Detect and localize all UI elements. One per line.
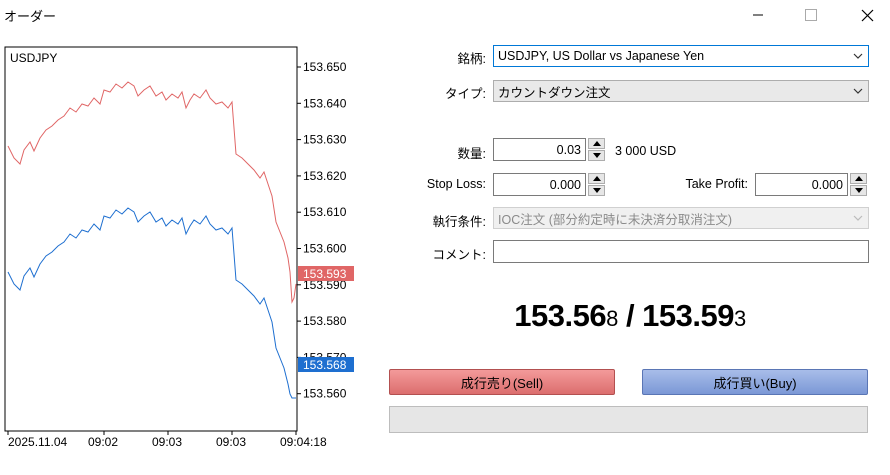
x-tick-label: 2025.11.04 xyxy=(8,435,67,449)
y-tick-label: 153.620 xyxy=(303,169,347,183)
symbol-label: 銘柄: xyxy=(457,52,486,66)
sell-button[interactable]: 成行売り(Sell) xyxy=(389,369,615,395)
stop-loss-down-button[interactable] xyxy=(588,185,605,196)
x-tick-label: 09:03 xyxy=(216,435,246,449)
ask-price-tag-text: 153.593 xyxy=(303,267,347,281)
x-tick-label: 09:04:18 xyxy=(280,435,327,449)
take-profit-stepper[interactable] xyxy=(850,173,867,196)
chevron-up-icon xyxy=(592,176,601,181)
take-profit-input[interactable]: 0.000 xyxy=(755,173,848,196)
chevron-down-icon xyxy=(853,88,863,94)
buy-button[interactable]: 成行買い(Buy) xyxy=(642,369,868,395)
chevron-down-icon xyxy=(592,153,601,158)
chevron-up-icon xyxy=(592,141,601,146)
x-tick-label: 09:03 xyxy=(152,435,182,449)
take-profit-up-button[interactable] xyxy=(850,173,867,184)
ask-price-main: 153.59 xyxy=(642,298,734,333)
maximize-icon xyxy=(805,9,817,21)
quote-separator: / xyxy=(617,298,643,333)
bid-price-tag-text: 153.568 xyxy=(303,358,347,372)
comment-label: コメント: xyxy=(432,248,486,262)
order-type-value: カウントダウン注文 xyxy=(498,85,611,100)
x-tick-label: 09:02 xyxy=(88,435,118,449)
window-title: オーダー xyxy=(4,9,57,24)
volume-input[interactable]: 0.03 xyxy=(493,138,586,161)
maximize-button[interactable] xyxy=(789,0,833,30)
tick-chart-svg: USDJPY 153.650 153.640 153.630 153.620 153.6… xyxy=(4,46,354,449)
chevron-up-icon xyxy=(854,176,863,181)
volume-hint: 3 000 USD xyxy=(615,144,677,158)
y-tick-label: 153.610 xyxy=(303,205,347,219)
ask-price-pip: 3 xyxy=(734,306,746,331)
y-tick-label: 153.650 xyxy=(303,60,347,74)
volume-up-button[interactable] xyxy=(588,138,605,149)
take-profit-label: Take Profit: xyxy=(685,177,748,191)
chevron-down-icon xyxy=(592,188,601,193)
take-profit-down-button[interactable] xyxy=(850,185,867,196)
status-bar xyxy=(389,406,868,433)
symbol-value: USDJPY, US Dollar vs Japanese Yen xyxy=(498,49,705,63)
plot-area xyxy=(4,46,298,432)
execution-select[interactable]: IOC注文 (部分約定時に未決済分取消注文) xyxy=(493,207,869,229)
tick-chart[interactable]: USDJPY 153.650 153.640 153.630 153.620 153.6… xyxy=(4,46,359,455)
bid-price-pip: 8 xyxy=(606,306,618,331)
bid-price-main: 153.56 xyxy=(514,298,607,333)
y-tick-label: 153.640 xyxy=(303,96,347,110)
chart-symbol-label: USDJPY xyxy=(10,51,57,65)
close-icon xyxy=(861,9,873,21)
type-label: タイプ: xyxy=(445,87,486,101)
close-button[interactable] xyxy=(845,0,889,30)
volume-stepper[interactable] xyxy=(588,138,605,161)
y-tick-label: 153.560 xyxy=(303,387,347,401)
stop-loss-input[interactable]: 0.000 xyxy=(493,173,586,196)
stop-loss-label: Stop Loss: xyxy=(426,177,486,191)
comment-input[interactable] xyxy=(493,240,869,263)
symbol-select[interactable]: USDJPY, US Dollar vs Japanese Yen xyxy=(493,45,869,67)
chevron-down-icon xyxy=(853,53,863,59)
volume-down-button[interactable] xyxy=(588,150,605,161)
minimize-button[interactable] xyxy=(736,0,780,30)
order-type-select[interactable]: カウントダウン注文 xyxy=(493,80,869,102)
quote-display: 153.568 / 153.593 xyxy=(390,298,870,334)
stop-loss-stepper[interactable] xyxy=(588,173,605,196)
execution-label: 執行条件: xyxy=(432,215,486,229)
y-tick-label: 153.580 xyxy=(303,314,347,328)
chevron-down-icon xyxy=(854,188,863,193)
chevron-down-icon xyxy=(853,215,863,221)
stop-loss-up-button[interactable] xyxy=(588,173,605,184)
y-tick-label: 153.600 xyxy=(303,242,347,256)
title-bar: オーダー xyxy=(0,0,890,30)
execution-value: IOC注文 (部分約定時に未決済分取消注文) xyxy=(498,212,733,227)
minimize-icon xyxy=(753,14,763,16)
y-tick-label: 153.630 xyxy=(303,133,347,147)
volume-label: 数量: xyxy=(457,147,486,161)
